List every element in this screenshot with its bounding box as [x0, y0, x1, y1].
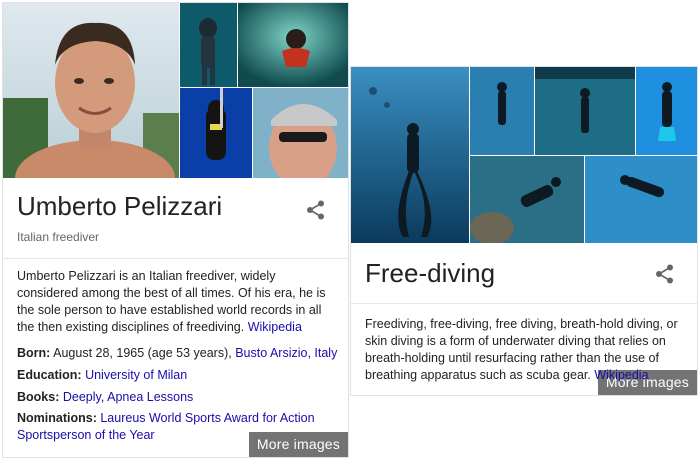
fact-education: Education: University of Milan: [17, 367, 347, 384]
freediving-photo-6[interactable]: [585, 156, 697, 243]
share-icon: [307, 200, 324, 220]
portrait-photo[interactable]: [3, 3, 179, 178]
freediving-photo-4[interactable]: [636, 67, 697, 155]
diver-photo-2[interactable]: [238, 3, 348, 87]
entity-title: Free-diving: [365, 258, 496, 288]
share-button[interactable]: [305, 199, 327, 221]
fact-born-label: Born:: [17, 346, 51, 360]
fact-nominations-label: Nominations:: [17, 411, 97, 425]
knowledge-panel-freediving: More images Free-diving Freediving, free…: [350, 66, 698, 396]
description: Freediving, free-diving, free diving, br…: [365, 316, 687, 384]
freediving-photo-1[interactable]: [351, 67, 469, 243]
share-icon: [656, 264, 673, 284]
fact-books: Books: Deeply, Apnea Lessons: [17, 389, 347, 406]
entity-subtitle: Italian freediver: [17, 230, 100, 244]
knowledge-panel-pelizzari: More images Umberto Pelizzari Italian fr…: [2, 2, 349, 458]
freediving-photo-3[interactable]: [535, 67, 635, 155]
book-link-deeply[interactable]: Deeply: [63, 390, 101, 404]
wikipedia-link[interactable]: Wikipedia: [248, 320, 302, 334]
divider: [3, 258, 348, 259]
birthplace-link[interactable]: Busto Arsizio, Italy: [235, 346, 337, 360]
share-button[interactable]: [654, 263, 676, 285]
divider: [351, 303, 697, 304]
fact-nominations: Nominations: Laureus World Sports Award …: [17, 410, 335, 444]
diver-photo-3[interactable]: [180, 88, 252, 178]
fact-books-label: Books:: [17, 390, 60, 404]
books-separator: ,: [100, 390, 105, 404]
fact-education-label: Education:: [17, 368, 82, 382]
freediving-photo-5[interactable]: [470, 156, 584, 243]
entity-title: Umberto Pelizzari: [17, 191, 223, 221]
description: Umberto Pelizzari is an Italian freedive…: [17, 268, 339, 336]
fact-born-value: August 28, 1965 (age 53 years),: [53, 346, 232, 360]
wikipedia-link[interactable]: Wikipedia: [594, 368, 648, 382]
freediving-photo-2[interactable]: [470, 67, 534, 155]
diver-photo-4[interactable]: [253, 88, 348, 178]
education-link[interactable]: University of Milan: [85, 368, 187, 382]
fact-born: Born: August 28, 1965 (age 53 years), Bu…: [17, 345, 347, 362]
book-link-apnea-lessons[interactable]: Apnea Lessons: [107, 390, 193, 404]
diver-photo-1[interactable]: [180, 3, 237, 87]
